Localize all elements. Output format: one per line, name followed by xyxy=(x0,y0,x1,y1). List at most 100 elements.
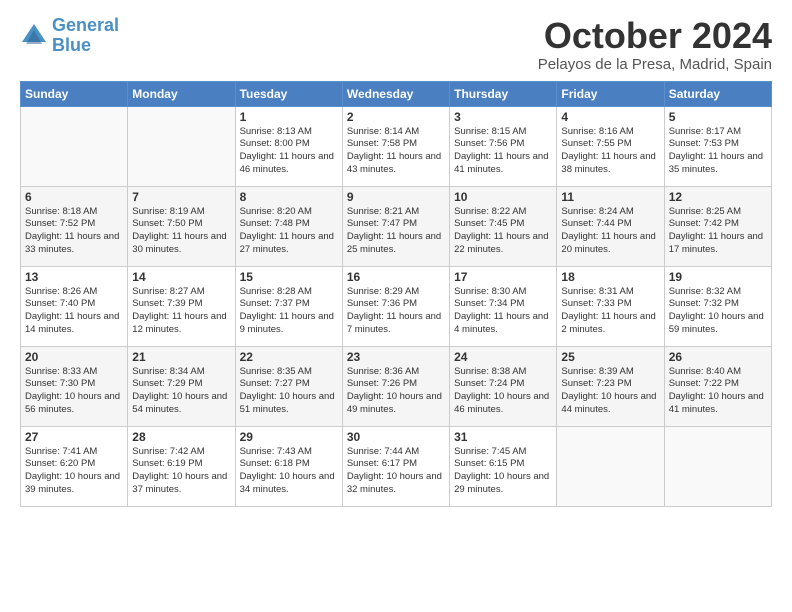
calendar-week-row: 13Sunrise: 8:26 AMSunset: 7:40 PMDayligh… xyxy=(21,266,772,346)
calendar-cell: 2Sunrise: 8:14 AMSunset: 7:58 PMDaylight… xyxy=(342,106,449,186)
weekday-header-cell: Thursday xyxy=(450,81,557,106)
day-number: 15 xyxy=(240,270,338,284)
day-number: 10 xyxy=(454,190,552,204)
cell-info: Sunrise: 8:16 AMSunset: 7:55 PMDaylight:… xyxy=(561,126,659,177)
day-number: 29 xyxy=(240,430,338,444)
logo-line2: Blue xyxy=(52,35,91,55)
calendar-cell: 26Sunrise: 8:40 AMSunset: 7:22 PMDayligh… xyxy=(664,346,771,426)
cell-info: Sunrise: 8:39 AMSunset: 7:23 PMDaylight:… xyxy=(561,366,659,417)
calendar-cell: 18 Sunrise: 8:31 AMSunset: 7:33 PMDayligh… xyxy=(557,266,664,346)
calendar-week-row: 6 Sunrise: 8:18 AMSunset: 7:52 PMDaylight… xyxy=(21,186,772,266)
day-number: 4 xyxy=(561,110,659,124)
day-number: 20 xyxy=(25,350,123,364)
calendar-cell: 4 Sunrise: 8:16 AMSunset: 7:55 PMDaylight… xyxy=(557,106,664,186)
calendar-cell: 22 Sunrise: 8:35 AMSunset: 7:27 PMDayligh… xyxy=(235,346,342,426)
cell-info: Sunrise: 7:43 AMSunset: 6:18 PMDaylight:… xyxy=(240,446,338,497)
day-number: 18 xyxy=(561,270,659,284)
day-number: 3 xyxy=(454,110,552,124)
calendar-cell: 16Sunrise: 8:29 AMSunset: 7:36 PMDayligh… xyxy=(342,266,449,346)
calendar-cell: 9 Sunrise: 8:21 AMSunset: 7:47 PMDaylight… xyxy=(342,186,449,266)
calendar-cell: 10Sunrise: 8:22 AMSunset: 7:45 PMDayligh… xyxy=(450,186,557,266)
calendar-cell: 7 Sunrise: 8:19 AMSunset: 7:50 PMDaylight… xyxy=(128,186,235,266)
cell-info: Sunrise: 8:19 AMSunset: 7:50 PMDaylight:… xyxy=(132,206,230,257)
calendar-cell: 29 Sunrise: 7:43 AMSunset: 6:18 PMDayligh… xyxy=(235,426,342,506)
calendar-cell: 20 Sunrise: 8:33 AMSunset: 7:30 PMDayligh… xyxy=(21,346,128,426)
calendar-table: SundayMondayTuesdayWednesdayThursdayFrid… xyxy=(20,81,772,507)
calendar-body: 1 Sunrise: 8:13 AMSunset: 8:00 PMDaylight… xyxy=(21,106,772,506)
logo-line1: General xyxy=(52,15,119,35)
calendar-cell: 31 Sunrise: 7:45 AMSunset: 6:15 PMDayligh… xyxy=(450,426,557,506)
day-number: 26 xyxy=(669,350,767,364)
day-number: 22 xyxy=(240,350,338,364)
cell-info: Sunrise: 7:41 AMSunset: 6:20 PMDaylight:… xyxy=(25,446,123,497)
calendar-cell: 24Sunrise: 8:38 AMSunset: 7:24 PMDayligh… xyxy=(450,346,557,426)
calendar-cell xyxy=(21,106,128,186)
cell-info: Sunrise: 8:15 AMSunset: 7:56 PMDaylight:… xyxy=(454,126,552,177)
day-number: 25 xyxy=(561,350,659,364)
weekday-header-cell: Tuesday xyxy=(235,81,342,106)
calendar-cell: 6 Sunrise: 8:18 AMSunset: 7:52 PMDaylight… xyxy=(21,186,128,266)
cell-info: Sunrise: 7:45 AMSunset: 6:15 PMDaylight:… xyxy=(454,446,552,497)
day-number: 21 xyxy=(132,350,230,364)
day-number: 14 xyxy=(132,270,230,284)
day-number: 2 xyxy=(347,110,445,124)
calendar-cell: 17 Sunrise: 8:30 AMSunset: 7:34 PMDayligh… xyxy=(450,266,557,346)
weekday-header-cell: Friday xyxy=(557,81,664,106)
day-number: 5 xyxy=(669,110,767,124)
calendar-week-row: 27Sunrise: 7:41 AMSunset: 6:20 PMDayligh… xyxy=(21,426,772,506)
calendar-cell: 25 Sunrise: 8:39 AMSunset: 7:23 PMDayligh… xyxy=(557,346,664,426)
calendar-cell: 23 Sunrise: 8:36 AMSunset: 7:26 PMDayligh… xyxy=(342,346,449,426)
calendar-cell xyxy=(128,106,235,186)
cell-info: Sunrise: 8:30 AMSunset: 7:34 PMDaylight:… xyxy=(454,286,552,337)
day-number: 6 xyxy=(25,190,123,204)
location-title: Pelayos de la Presa, Madrid, Spain xyxy=(538,56,772,73)
day-number: 11 xyxy=(561,190,659,204)
calendar-cell: 30Sunrise: 7:44 AMSunset: 6:17 PMDayligh… xyxy=(342,426,449,506)
weekday-header-cell: Sunday xyxy=(21,81,128,106)
calendar-week-row: 20 Sunrise: 8:33 AMSunset: 7:30 PMDayligh… xyxy=(21,346,772,426)
calendar-cell: 5 Sunrise: 8:17 AMSunset: 7:53 PMDaylight… xyxy=(664,106,771,186)
calendar-cell: 12Sunrise: 8:25 AMSunset: 7:42 PMDayligh… xyxy=(664,186,771,266)
cell-info: Sunrise: 7:42 AMSunset: 6:19 PMDaylight:… xyxy=(132,446,230,497)
day-number: 19 xyxy=(669,270,767,284)
day-number: 9 xyxy=(347,190,445,204)
logo-text: General Blue xyxy=(52,16,119,56)
calendar-cell: 28 Sunrise: 7:42 AMSunset: 6:19 PMDayligh… xyxy=(128,426,235,506)
day-number: 1 xyxy=(240,110,338,124)
day-number: 12 xyxy=(669,190,767,204)
calendar-cell: 15Sunrise: 8:28 AMSunset: 7:37 PMDayligh… xyxy=(235,266,342,346)
cell-info: Sunrise: 8:24 AMSunset: 7:44 PMDaylight:… xyxy=(561,206,659,257)
cell-info: Sunrise: 8:31 AMSunset: 7:33 PMDaylight:… xyxy=(561,286,659,337)
day-number: 13 xyxy=(25,270,123,284)
day-number: 28 xyxy=(132,430,230,444)
day-number: 31 xyxy=(454,430,552,444)
weekday-header-row: SundayMondayTuesdayWednesdayThursdayFrid… xyxy=(21,81,772,106)
logo-icon xyxy=(20,22,48,50)
calendar-cell xyxy=(557,426,664,506)
day-number: 7 xyxy=(132,190,230,204)
cell-info: Sunrise: 8:20 AMSunset: 7:48 PMDaylight:… xyxy=(240,206,338,257)
cell-info: Sunrise: 8:33 AMSunset: 7:30 PMDaylight:… xyxy=(25,366,123,417)
cell-info: Sunrise: 8:35 AMSunset: 7:27 PMDaylight:… xyxy=(240,366,338,417)
cell-info: Sunrise: 8:34 AMSunset: 7:29 PMDaylight:… xyxy=(132,366,230,417)
day-number: 16 xyxy=(347,270,445,284)
month-title: October 2024 xyxy=(538,16,772,56)
cell-info: Sunrise: 8:21 AMSunset: 7:47 PMDaylight:… xyxy=(347,206,445,257)
calendar-week-row: 1 Sunrise: 8:13 AMSunset: 8:00 PMDaylight… xyxy=(21,106,772,186)
cell-info: Sunrise: 8:17 AMSunset: 7:53 PMDaylight:… xyxy=(669,126,767,177)
cell-info: Sunrise: 8:18 AMSunset: 7:52 PMDaylight:… xyxy=(25,206,123,257)
day-number: 23 xyxy=(347,350,445,364)
day-number: 30 xyxy=(347,430,445,444)
weekday-header-cell: Saturday xyxy=(664,81,771,106)
calendar-cell: 14Sunrise: 8:27 AMSunset: 7:39 PMDayligh… xyxy=(128,266,235,346)
cell-info: Sunrise: 8:13 AMSunset: 8:00 PMDaylight:… xyxy=(240,126,338,177)
cell-info: Sunrise: 8:32 AMSunset: 7:32 PMDaylight:… xyxy=(669,286,767,337)
page: General Blue October 2024 Pelayos de la … xyxy=(0,0,792,612)
cell-info: Sunrise: 8:36 AMSunset: 7:26 PMDaylight:… xyxy=(347,366,445,417)
day-number: 24 xyxy=(454,350,552,364)
day-number: 17 xyxy=(454,270,552,284)
calendar-cell: 21 Sunrise: 8:34 AMSunset: 7:29 PMDayligh… xyxy=(128,346,235,426)
weekday-header-cell: Wednesday xyxy=(342,81,449,106)
title-block: October 2024 Pelayos de la Presa, Madrid… xyxy=(538,16,772,73)
calendar-cell: 3 Sunrise: 8:15 AMSunset: 7:56 PMDaylight… xyxy=(450,106,557,186)
